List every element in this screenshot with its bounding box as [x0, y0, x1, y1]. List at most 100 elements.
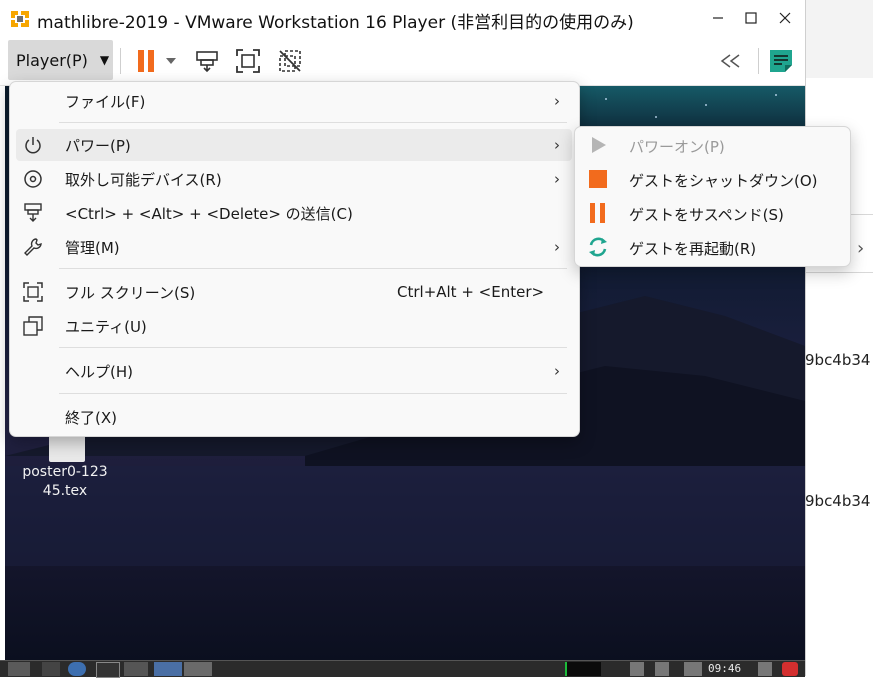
menu-item-label: ヘルプ(H)	[65, 362, 133, 381]
unity-disabled-icon	[279, 50, 301, 72]
close-icon	[779, 12, 791, 24]
desktop-file-label-line1: poster0-123	[22, 464, 108, 480]
submenu-item-suspend-guest[interactable]: ゲストをサスペンド(S)	[581, 197, 843, 229]
minimize-button[interactable]	[704, 5, 732, 31]
send-ctrl-alt-del-button[interactable]	[192, 46, 222, 76]
menu-item-label: 管理(M)	[65, 238, 120, 257]
menu-item-label: <Ctrl> + <Alt> + <Delete> の送信(C)	[65, 204, 353, 223]
guest-taskbar: 09:46	[0, 660, 805, 678]
chevron-right-icon: ›	[554, 136, 560, 154]
network-icon[interactable]	[630, 662, 644, 676]
fullscreen-icon	[236, 49, 260, 73]
display-icon[interactable]	[684, 662, 702, 676]
power-submenu: パワーオン(P) ゲストをシャットダウン(O) ゲストをサスペンド(S) ゲスト…	[574, 126, 851, 267]
fullscreen-button[interactable]	[233, 46, 263, 76]
power-dropdown-button[interactable]	[160, 46, 182, 76]
collapse-icon	[720, 54, 740, 68]
submenu-item-shutdown-guest[interactable]: ゲストをシャットダウン(O)	[581, 163, 843, 195]
desktop-file-label-line2: 45.tex	[42, 483, 88, 499]
workspace-2[interactable]	[184, 662, 212, 676]
workspace-1[interactable]	[154, 662, 182, 676]
tex-file-icon[interactable]	[49, 434, 85, 462]
toolbar-divider	[758, 48, 759, 74]
menu-item-label: 終了(X)	[65, 408, 117, 427]
submenu-item-label: ゲストをサスペンド(S)	[629, 206, 784, 224]
dropdown-caret-icon: ▼	[99, 53, 110, 67]
lock-icon[interactable]	[758, 662, 772, 676]
background-window: › 9bc4b34 9bc4b34	[805, 0, 873, 676]
menu-item-exit[interactable]: 終了(X)	[16, 401, 572, 433]
file-manager-icon[interactable]	[42, 662, 60, 676]
menu-divider	[59, 393, 567, 394]
dropdown-caret-icon	[166, 58, 176, 64]
player-menu-label: Player(P)	[16, 50, 88, 70]
commit-hash-text: 9bc4b34	[805, 351, 871, 369]
chevron-right-icon: ›	[554, 170, 560, 188]
menu-item-manage[interactable]: 管理(M) ›	[16, 231, 572, 263]
submenu-item-label: パワーオン(P)	[629, 138, 725, 156]
notes-button[interactable]	[766, 46, 796, 76]
player-dropdown-menu: ファイル(F) › パワー(P) › 取外し可能デバイス(R) › <Ctrl>…	[9, 81, 580, 437]
menu-item-send-ctrl-alt-del[interactable]: <Ctrl> + <Alt> + <Delete> の送信(C)	[16, 197, 572, 229]
submenu-item-power-on[interactable]: パワーオン(P)	[581, 129, 843, 161]
submenu-item-label: ゲストを再起動(R)	[629, 240, 757, 258]
menu-divider	[59, 268, 567, 269]
background-toolbar	[805, 0, 873, 78]
menu-item-label: パワー(P)	[65, 136, 131, 155]
submenu-item-restart-guest[interactable]: ゲストを再起動(R)	[581, 231, 843, 263]
stop-icon	[587, 168, 609, 190]
cpu-monitor	[565, 662, 601, 676]
menu-item-unity[interactable]: ユニティ(U)	[16, 310, 572, 342]
disc-icon	[22, 168, 44, 190]
pause-icon	[587, 202, 609, 224]
menu-item-label: ファイル(F)	[65, 92, 146, 111]
menu-item-label: フル スクリーン(S)	[65, 283, 196, 302]
start-menu-icon[interactable]	[8, 662, 30, 676]
menu-divider	[59, 347, 567, 348]
fullscreen-icon	[22, 281, 44, 303]
pause-button[interactable]	[131, 46, 161, 76]
menu-item-help[interactable]: ヘルプ(H) ›	[16, 355, 572, 387]
window-list-icon[interactable]	[124, 662, 148, 676]
menu-item-label: ユニティ(U)	[65, 317, 147, 336]
taskbar-clock: 09:46	[708, 662, 742, 675]
menu-item-file[interactable]: ファイル(F) ›	[16, 85, 572, 117]
chevron-right-icon[interactable]: ›	[857, 238, 864, 259]
browser-icon[interactable]	[68, 662, 86, 676]
wrench-icon	[22, 236, 44, 258]
notes-icon	[770, 50, 792, 72]
play-icon	[587, 134, 609, 156]
logout-power-icon[interactable]	[782, 662, 798, 676]
close-button[interactable]	[771, 5, 799, 31]
player-menu-button[interactable]: Player(P) ▼	[8, 40, 113, 80]
menu-item-label: 取外し可能デバイス(R)	[65, 170, 222, 189]
menu-item-shortcut: Ctrl+Alt + <Enter>	[397, 283, 545, 301]
minimize-icon	[713, 17, 723, 19]
menu-item-removable-devices[interactable]: 取外し可能デバイス(R) ›	[16, 163, 572, 195]
unity-button[interactable]	[275, 46, 305, 76]
divider	[805, 272, 873, 273]
chevron-right-icon: ›	[554, 92, 560, 110]
window-title: mathlibre-2019 - VMware Workstation 16 P…	[37, 13, 634, 33]
pause-icon	[138, 50, 154, 72]
chevron-right-icon: ›	[554, 362, 560, 380]
maximize-icon	[745, 12, 757, 24]
toolbar-divider	[120, 48, 121, 74]
unity-icon	[22, 315, 44, 337]
send-ctrl-alt-del-icon	[196, 51, 218, 73]
vmware-logo-icon	[9, 8, 31, 30]
title-bar: mathlibre-2019 - VMware Workstation 16 P…	[0, 0, 805, 37]
menu-item-fullscreen[interactable]: フル スクリーン(S) Ctrl+Alt + <Enter>	[16, 276, 572, 308]
chevron-right-icon: ›	[554, 238, 560, 256]
submenu-item-label: ゲストをシャットダウン(O)	[629, 172, 818, 190]
send-keys-icon	[22, 202, 44, 224]
menu-item-power[interactable]: パワー(P) ›	[16, 129, 572, 161]
menu-divider	[59, 122, 567, 123]
clipboard-icon[interactable]	[655, 662, 669, 676]
restart-icon	[587, 236, 609, 258]
collapse-toolbar-button[interactable]	[716, 46, 746, 76]
desktop-file-label[interactable]: poster0-123 45.tex	[15, 463, 115, 501]
commit-hash-text: 9bc4b34	[805, 492, 871, 510]
power-icon	[22, 134, 44, 156]
maximize-button[interactable]	[737, 5, 765, 31]
